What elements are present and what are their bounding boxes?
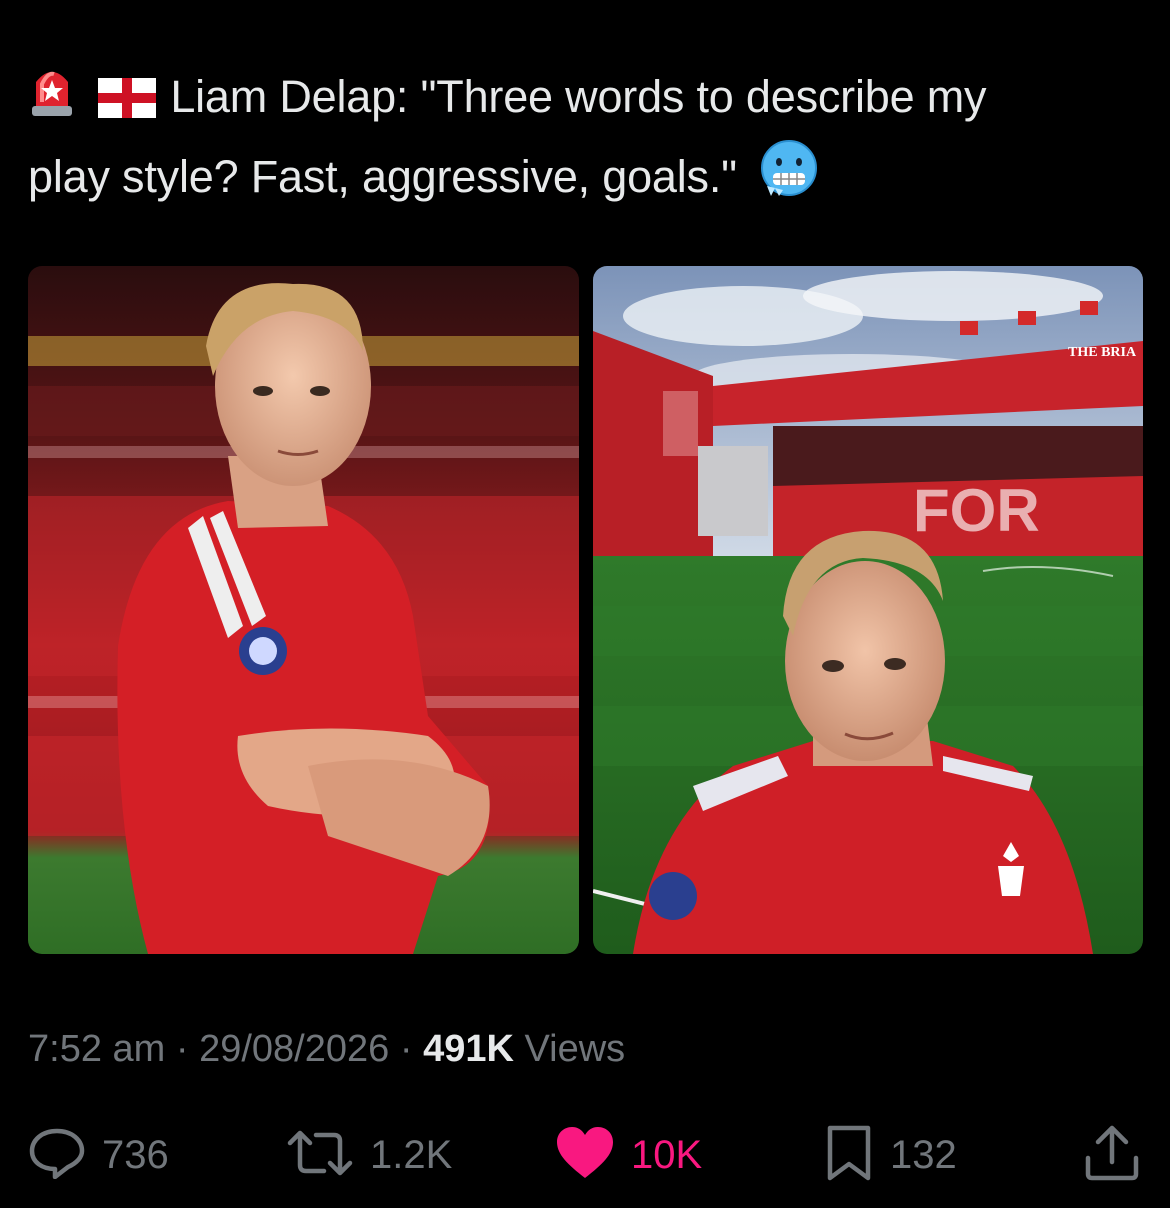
action-bar: 736 1.2K 10K 132	[0, 1120, 1170, 1190]
photo-player-selfie-stadium: THE BRIA FOR	[593, 266, 1143, 954]
reply-icon	[28, 1127, 86, 1184]
cold-face-icon	[759, 138, 819, 218]
tweet-date[interactable]: 29/08/2026	[199, 1028, 389, 1070]
share-icon	[1084, 1124, 1140, 1187]
media-photo-1[interactable]	[28, 266, 579, 954]
like-count: 10K	[631, 1132, 703, 1177]
share-button[interactable]	[1084, 1120, 1140, 1190]
views-count: 491K	[423, 1028, 514, 1070]
bookmark-button[interactable]: 132	[824, 1120, 957, 1190]
tweet-text-line1: Liam Delap: "Three words to describe my	[170, 71, 987, 122]
tweet-meta: 7:52 am · 29/08/2026 · 491K Views	[28, 1028, 625, 1071]
reply-button[interactable]: 736	[28, 1120, 169, 1190]
tweet-text-line2: play style? Fast, aggressive, goals."	[28, 151, 737, 202]
meta-separator: ·	[389, 1028, 424, 1070]
repost-button[interactable]: 1.2K	[286, 1120, 452, 1190]
views-label: Views	[513, 1028, 626, 1070]
repost-icon	[286, 1127, 354, 1184]
stand-sign-text: THE BRIA	[1068, 345, 1137, 360]
repost-count: 1.2K	[370, 1132, 453, 1177]
rotating-light-icon	[28, 62, 76, 138]
bookmark-icon	[824, 1124, 874, 1187]
tweet-time[interactable]: 7:52 am	[28, 1028, 165, 1070]
england-flag-icon	[98, 68, 157, 138]
tweet-line-1: Liam Delap: "Three words to describe my	[28, 62, 1138, 138]
tweet-text: Liam Delap: "Three words to describe my …	[28, 62, 1138, 218]
heart-icon	[555, 1126, 615, 1185]
tweet-line-2: play style? Fast, aggressive, goals."	[28, 138, 1138, 218]
like-button[interactable]: 10K	[555, 1120, 702, 1190]
bookmark-count: 132	[890, 1132, 957, 1177]
meta-separator: ·	[165, 1028, 200, 1070]
reply-count: 736	[102, 1132, 169, 1177]
photo-player-arms-crossed	[28, 266, 579, 954]
media-photo-2[interactable]: THE BRIA FOR	[593, 266, 1143, 954]
seat-letters-text: FOR	[913, 477, 1040, 544]
